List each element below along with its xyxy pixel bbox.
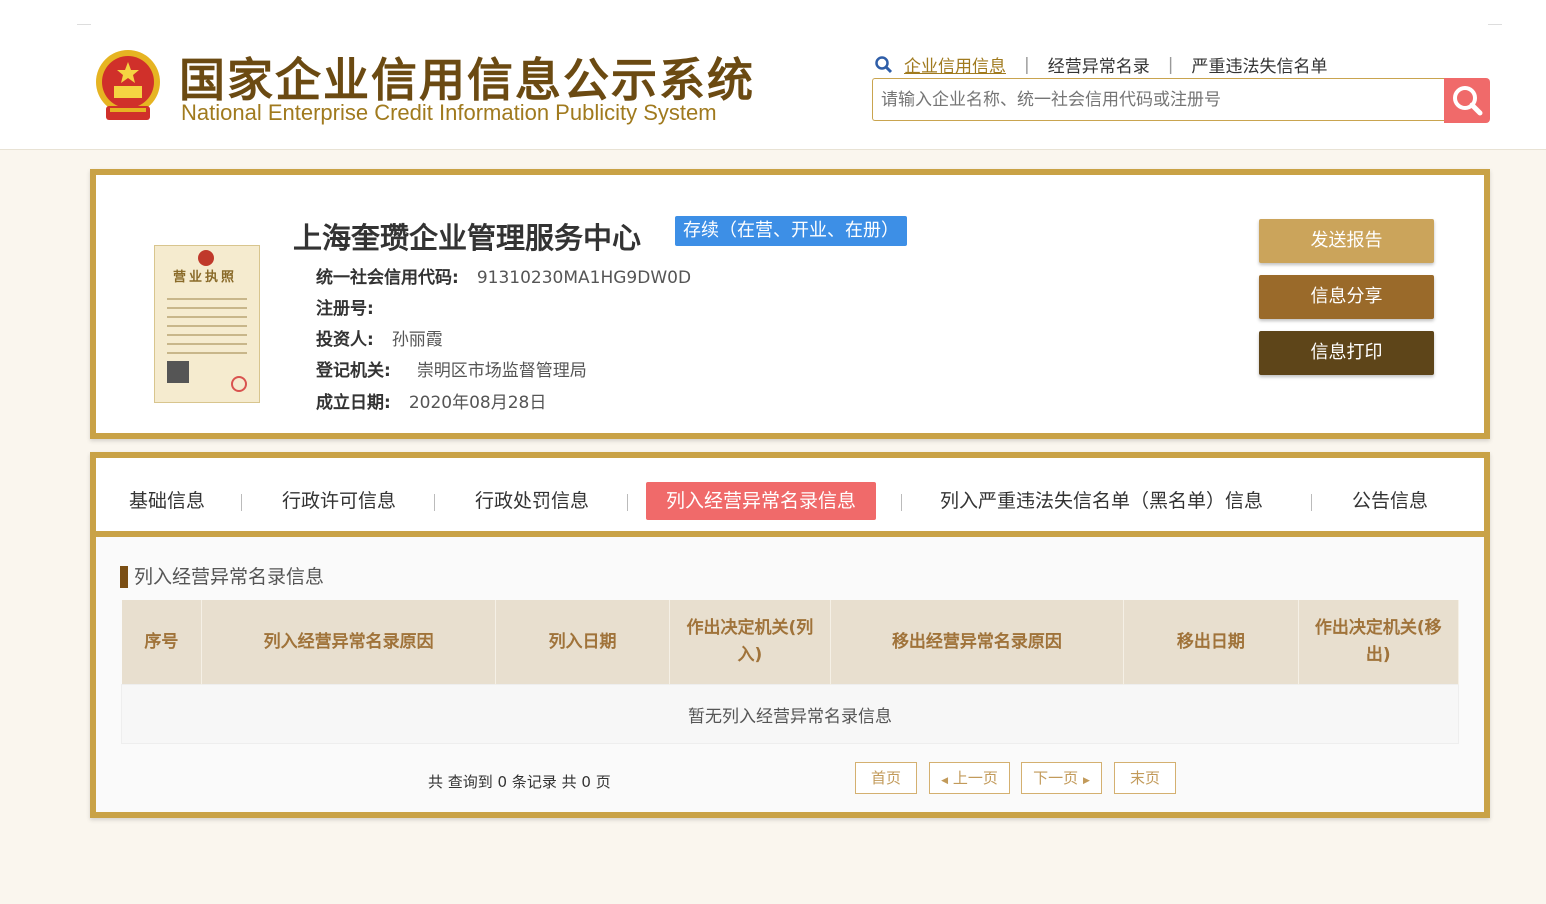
- send-report-button[interactable]: 发送报告: [1259, 219, 1434, 263]
- column-header: 移出日期: [1123, 600, 1299, 685]
- column-header: 移出经营异常名录原因: [830, 600, 1125, 685]
- next-page-label: 下一页: [1033, 769, 1079, 787]
- last-page-button[interactable]: 末页: [1114, 762, 1176, 794]
- field-value: 崇明区市场监督管理局: [416, 361, 587, 381]
- column-header: 作出决定机关(列入): [669, 600, 831, 685]
- search-icon: [875, 55, 893, 73]
- link-blacklist[interactable]: 严重违法失信名单: [1191, 52, 1327, 77]
- tab-bar: 基础信息 行政许可信息 行政处罚信息 列入经营异常名录信息 列入严重违法失信名单…: [96, 458, 1484, 537]
- prev-page-button[interactable]: ◀ 上一页: [929, 762, 1010, 794]
- field-value: 2020年08月28日: [408, 393, 547, 413]
- corner-mark: [1488, 24, 1502, 25]
- company-name: 上海奎瓒企业管理服务中心: [293, 221, 642, 255]
- company-summary-card: 营业执照 上海奎瓒企业管理服务中心 存续（在营、开业、在册） 统一社会信用代码:…: [90, 169, 1490, 439]
- tab-admin-license[interactable]: 行政许可信息: [282, 482, 396, 520]
- info-row-credit-code: 统一社会信用代码: 91310230MA1HG9DW0D: [316, 263, 691, 288]
- field-label: 投资人:: [316, 330, 374, 350]
- field-value: 91310230MA1HG9DW0D: [476, 268, 692, 288]
- license-title: 营业执照: [173, 270, 238, 285]
- divider: [627, 494, 628, 511]
- corner-mark: [77, 24, 91, 25]
- caret-right-icon: ▶: [1082, 776, 1090, 786]
- business-license-image: 营业执照: [154, 245, 260, 403]
- abnormal-list-table: 序号 列入经营异常名录原因 列入日期 作出决定机关(列入) 移出经营异常名录原因…: [121, 600, 1460, 744]
- status-badge: 存续（在营、开业、在册）: [675, 216, 907, 246]
- column-header: 作出决定机关(移出): [1298, 600, 1460, 685]
- divider: [901, 494, 902, 511]
- site-subtitle: National Enterprise Credit Information P…: [181, 100, 717, 125]
- info-row-reg-no: 注册号:: [316, 294, 392, 319]
- first-page-button[interactable]: 首页: [855, 762, 917, 794]
- stamp-icon: [231, 376, 247, 392]
- field-label: 注册号:: [316, 299, 374, 319]
- search-input[interactable]: [873, 79, 1444, 120]
- emblem-icon: [198, 250, 214, 266]
- tab-basic-info[interactable]: 基础信息: [129, 482, 205, 520]
- field-label: 统一社会信用代码:: [316, 268, 459, 288]
- national-emblem-icon: [96, 50, 160, 120]
- divider: [1311, 494, 1312, 511]
- divider: |: [1024, 54, 1030, 75]
- field-label: 登记机关:: [316, 361, 391, 381]
- link-credit-info[interactable]: 企业信用信息: [904, 52, 1006, 77]
- prev-page-label: 上一页: [952, 769, 998, 787]
- search-icon: [1453, 86, 1483, 116]
- search-button[interactable]: [1444, 78, 1490, 123]
- info-row-authority: 登记机关: 崇明区市场监督管理局: [316, 356, 587, 381]
- section-title: 列入经营异常名录信息: [120, 566, 324, 588]
- license-text-lines: [167, 298, 247, 361]
- print-info-button[interactable]: 信息打印: [1259, 331, 1434, 375]
- column-header: 列入日期: [495, 600, 671, 685]
- divider: [241, 494, 242, 511]
- field-value: 孙丽霞: [391, 330, 443, 350]
- info-row-investor: 投资人: 孙丽霞: [316, 325, 443, 350]
- tab-blacklist[interactable]: 列入严重违法失信名单（黑名单）信息: [940, 482, 1263, 520]
- tab-abnormal-list[interactable]: 列入经营异常名录信息: [646, 482, 877, 520]
- divider: [434, 494, 435, 511]
- tab-announcements[interactable]: 公告信息: [1352, 482, 1428, 520]
- share-info-button[interactable]: 信息分享: [1259, 275, 1434, 319]
- tab-admin-penalty[interactable]: 行政处罚信息: [475, 482, 589, 520]
- empty-message: 暂无列入经营异常名录信息: [121, 684, 1459, 744]
- search-type-links: 企业信用信息 | 经营异常名录 | 严重违法失信名单: [874, 52, 1327, 77]
- field-label: 成立日期:: [316, 393, 391, 413]
- link-abnormal-list[interactable]: 经营异常名录: [1048, 52, 1150, 77]
- next-page-button[interactable]: 下一页 ▶: [1021, 762, 1102, 794]
- divider: |: [1167, 54, 1174, 75]
- search-box: [872, 78, 1444, 121]
- table-header-row: 序号 列入经营异常名录原因 列入日期 作出决定机关(列入) 移出经营异常名录原因…: [121, 600, 1460, 685]
- column-header: 列入经营异常名录原因: [201, 600, 496, 685]
- info-row-established: 成立日期: 2020年08月28日: [316, 388, 546, 413]
- table-row: 暂无列入经营异常名录信息: [121, 684, 1459, 744]
- column-header: 序号: [121, 600, 203, 685]
- pager-summary: 共 查询到 0 条记录 共 0 页: [428, 773, 611, 791]
- site-header: 国家企业信用信息公示系统 National Enterprise Credit …: [0, 0, 1546, 150]
- caret-left-icon: ◀: [941, 776, 949, 786]
- detail-card: 基础信息 行政许可信息 行政处罚信息 列入经营异常名录信息 列入严重违法失信名单…: [90, 452, 1490, 818]
- qr-code-icon: [167, 361, 189, 383]
